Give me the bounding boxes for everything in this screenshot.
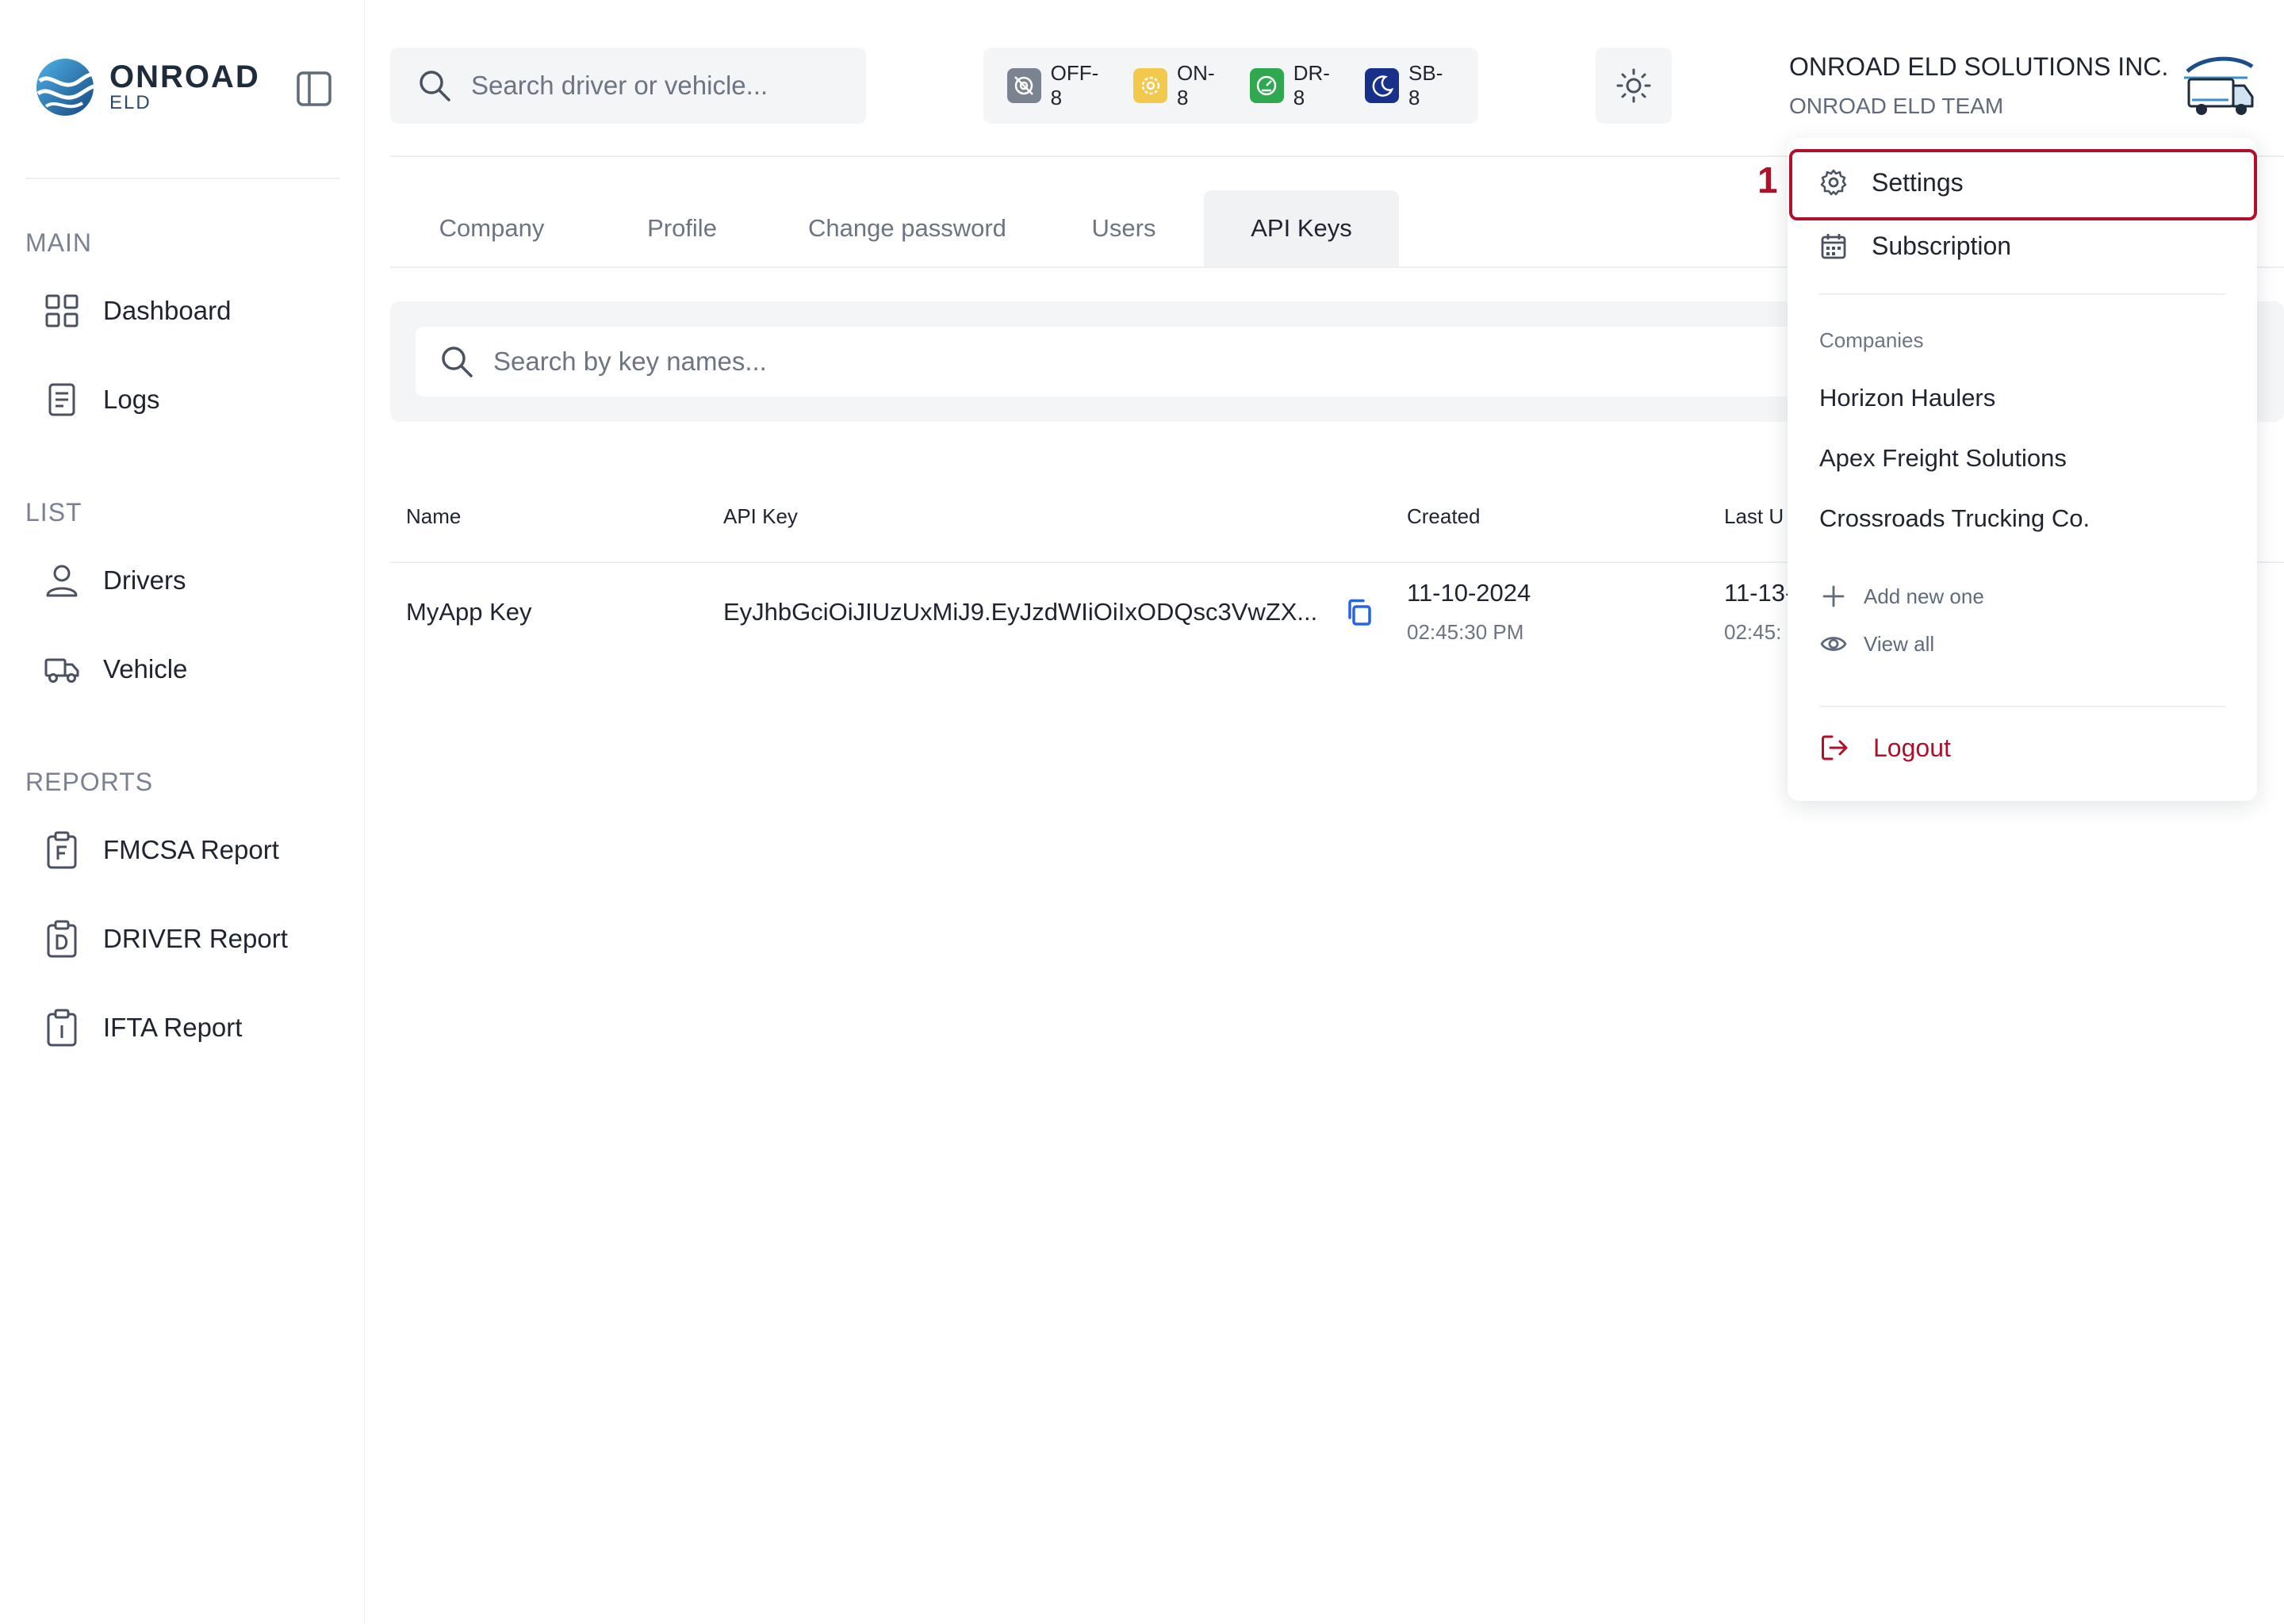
clipboard-i-icon	[47, 1009, 77, 1047]
tab-profile[interactable]: Profile	[593, 190, 771, 266]
tab-company[interactable]: Company	[390, 190, 593, 266]
brand-logo[interactable]: ONROAD ELD	[35, 57, 260, 117]
plus-icon	[1822, 585, 1845, 607]
company-item-crossroads-trucking[interactable]: Crossroads Trucking Co.	[1819, 504, 2090, 533]
on-duty-icon	[1133, 68, 1167, 103]
sidebar-item-fmcsa-report[interactable]: FMCSA Report	[44, 825, 279, 875]
sidebar-item-label: Vehicle	[103, 654, 188, 684]
view-all-label: View all	[1864, 631, 1935, 656]
add-company-button[interactable]: Add new one	[1819, 582, 1984, 611]
copy-icon	[1348, 599, 1371, 626]
sidebar-item-driver-report[interactable]: DRIVER Report	[44, 914, 288, 964]
sidebar-item-ifta-report[interactable]: IFTA Report	[44, 1002, 242, 1053]
company-name[interactable]: ONROAD ELD SOLUTIONS INC.	[1789, 52, 2168, 82]
sidebar-item-vehicle[interactable]: Vehicle	[44, 644, 187, 695]
menu-item-label: Subscription	[1872, 231, 2012, 260]
menu-divider	[1819, 706, 2225, 707]
off-duty-icon	[1007, 68, 1041, 103]
driver-vehicle-search[interactable]	[390, 48, 866, 124]
section-title-list: LIST	[25, 498, 82, 527]
key-name: MyApp Key	[406, 598, 532, 626]
column-header-api-key[interactable]: API Key	[723, 504, 798, 529]
tab-change-password[interactable]: Change password	[771, 190, 1044, 266]
onroad-logo-icon	[35, 57, 95, 117]
logout-icon	[1822, 735, 1848, 760]
tab-users[interactable]: Users	[1044, 190, 1204, 266]
sidebar-item-label: Drivers	[103, 565, 186, 595]
sleeper-icon	[1365, 68, 1400, 103]
status-label: ON-8	[1176, 61, 1215, 109]
section-title-main: MAIN	[25, 228, 92, 257]
search-icon	[442, 347, 473, 377]
sidebar-item-label: Dashboard	[103, 296, 232, 325]
status-chip-driving[interactable]: DR-8	[1250, 61, 1339, 110]
created-time: 02:45:30 PM	[1407, 620, 1524, 644]
avatar[interactable]	[2181, 52, 2255, 119]
sidebar-divider	[25, 178, 339, 179]
driving-icon	[1250, 68, 1284, 103]
calendar-icon	[1821, 234, 1846, 259]
status-summary-bar: OFF-8 ON-8 DR-8 SB-8	[983, 48, 1478, 124]
menu-item-label: Settings	[1872, 167, 1964, 197]
gear-icon	[1820, 169, 1847, 196]
status-label: OFF-8	[1050, 61, 1099, 109]
api-key-value: EyJhbGciOiJIUzUxMiJ9.EyJzdWIiOiIxODQsc3V…	[723, 598, 1318, 626]
company-item-horizon-haulers[interactable]: Horizon Haulers	[1819, 384, 1995, 412]
add-company-label: Add new one	[1864, 584, 1984, 608]
company-item-apex-freight[interactable]: Apex Freight Solutions	[1819, 444, 2067, 473]
step-number-badge: 1	[1757, 159, 1778, 201]
user-dropdown-menu: Settings Subscription Companies Horizon …	[1788, 138, 2257, 801]
grid-icon	[45, 294, 79, 327]
sidebar-item-drivers[interactable]: Drivers	[44, 555, 186, 606]
menu-divider	[1819, 293, 2225, 295]
search-input[interactable]	[471, 71, 852, 101]
menu-item-settings[interactable]: Settings	[1788, 151, 2257, 214]
sidebar-panel-icon	[297, 71, 331, 106]
team-name: ONROAD ELD TEAM	[1789, 94, 2004, 118]
clipboard-d-icon	[47, 920, 77, 958]
brand-title: ONROAD	[109, 59, 260, 94]
menu-item-subscription[interactable]: Subscription	[1788, 214, 2257, 278]
sidebar: ONROAD ELD MAIN Dashboard Logs LIST Driv…	[0, 0, 365, 1624]
last-used-date: 11-13-	[1724, 579, 1794, 607]
status-label: SB-8	[1408, 61, 1443, 109]
theme-toggle-button[interactable]	[1596, 48, 1672, 124]
logout-label: Logout	[1873, 733, 1951, 762]
column-header-created[interactable]: Created	[1407, 504, 1481, 529]
sidebar-item-label: IFTA Report	[103, 1013, 243, 1042]
user-icon	[46, 565, 78, 597]
companies-caption: Companies	[1819, 328, 1924, 352]
sidebar-item-label: Logs	[103, 385, 160, 414]
column-header-name[interactable]: Name	[406, 504, 461, 529]
sidebar-toggle-button[interactable]	[295, 70, 333, 108]
document-icon	[48, 383, 75, 416]
eye-icon	[1820, 637, 1847, 651]
sidebar-item-logs[interactable]: Logs	[44, 374, 160, 425]
clipboard-f-icon	[47, 831, 77, 869]
search-icon	[420, 71, 450, 102]
view-all-companies-button[interactable]: View all	[1819, 630, 1934, 658]
settings-tabs: Company Profile Change password Users AP…	[390, 190, 1399, 266]
logout-button[interactable]: Logout	[1819, 733, 1951, 763]
sidebar-item-label: DRIVER Report	[103, 924, 288, 953]
sun-icon	[1616, 68, 1651, 103]
status-chip-on[interactable]: ON-8	[1133, 61, 1224, 110]
status-label: DR-8	[1293, 61, 1330, 109]
truck-logo-icon	[2184, 56, 2254, 115]
column-header-last-used[interactable]: Last U	[1724, 504, 1784, 529]
last-used-time: 02:45:	[1724, 620, 1782, 644]
status-chip-off[interactable]: OFF-8	[1007, 61, 1108, 110]
sidebar-item-label: FMCSA Report	[103, 835, 279, 864]
section-title-reports: REPORTS	[25, 768, 154, 796]
truck-icon	[44, 658, 79, 683]
status-chip-sleeper[interactable]: SB-8	[1365, 61, 1453, 110]
key-search-input[interactable]	[493, 347, 1921, 377]
sidebar-item-dashboard[interactable]: Dashboard	[44, 285, 231, 336]
brand-subtitle: ELD	[109, 92, 151, 113]
copy-key-button[interactable]	[1345, 598, 1374, 626]
tab-api-keys[interactable]: API Keys	[1204, 190, 1399, 266]
created-date: 11-10-2024	[1407, 579, 1531, 607]
